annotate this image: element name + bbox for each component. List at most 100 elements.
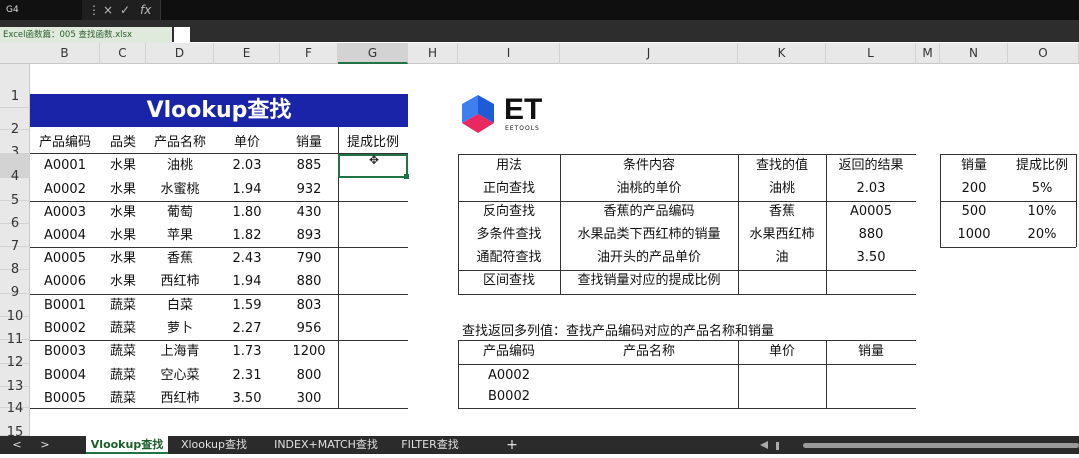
row-header-9[interactable]: 9: [0, 270, 30, 300]
sheet-tab-3[interactable]: INDEX+MATCH查找: [260, 436, 392, 454]
horizontal-scrollbar[interactable]: [803, 443, 1079, 448]
left-table-cell: 1.94: [232, 182, 262, 197]
left-table-cell: 893: [296, 228, 322, 243]
left-table-cell: 空心菜: [160, 368, 200, 383]
name-box[interactable]: G4: [0, 0, 82, 20]
sheet-tab-2[interactable]: Xlookup查找: [170, 436, 258, 454]
rate-rule: [940, 201, 1076, 202]
lookup-rule-bottom: [458, 294, 916, 295]
lookup-header-cell: 条件内容: [622, 158, 675, 173]
lookup-header-cell: 查找的值: [755, 158, 808, 173]
row-header-15[interactable]: 15: [0, 408, 30, 440]
multi-header-cell: 销量: [857, 344, 884, 359]
left-table-cell: 1.82: [232, 228, 262, 243]
lookup-table-cell: 反向查找: [482, 204, 535, 219]
row-header-7[interactable]: 7: [0, 224, 30, 254]
left-table-cell: A0001: [44, 158, 86, 173]
lookup-table-cell: 3.50: [856, 250, 886, 265]
multi-header-cell: 产品名称: [622, 344, 675, 359]
enter-icon[interactable]: ✓: [120, 0, 130, 20]
multi-rule-top: [458, 340, 916, 341]
multi-col-rule: [738, 340, 739, 408]
workbook-tab[interactable]: Excel函数篇：005 查找函数.xlsx: [0, 27, 172, 43]
lookup-table-cell: 多条件查找: [476, 227, 542, 242]
left-table-cell: 苹果: [166, 228, 193, 243]
column-header-g[interactable]: G: [338, 43, 408, 64]
cancel-icon[interactable]: ×: [103, 0, 113, 20]
row-header-3[interactable]: 3: [0, 130, 30, 160]
left-table-cell: B0002: [43, 321, 86, 336]
column-header-c[interactable]: C: [100, 43, 146, 64]
lookup-rule: [458, 270, 916, 271]
row-header-4[interactable]: 4: [0, 154, 30, 184]
left-table-cell: 932: [296, 182, 322, 197]
multi-col-rule: [826, 340, 827, 408]
column-header-b[interactable]: B: [30, 43, 100, 64]
column-header-h[interactable]: H: [408, 43, 458, 64]
new-workbook-tab[interactable]: [174, 27, 190, 43]
sheet-prev-icon[interactable]: <: [10, 436, 24, 454]
row-header-5[interactable]: 5: [0, 178, 30, 208]
left-table-cell: 葡萄: [166, 205, 193, 220]
sheet-tab-1[interactable]: Vlookup查找: [86, 436, 168, 454]
fill-handle[interactable]: [404, 174, 409, 179]
lookup-header-cell: 返回的结果: [838, 158, 904, 173]
left-table-cell: 水果: [109, 205, 136, 220]
add-sheet-icon[interactable]: +: [504, 436, 520, 454]
row-header-1[interactable]: 1: [0, 64, 30, 108]
multi-header-cell: 产品编码: [482, 344, 535, 359]
column-header-f[interactable]: F: [280, 43, 338, 64]
lookup-table-cell: 油桃: [768, 181, 795, 196]
column-header-e[interactable]: E: [214, 43, 280, 64]
left-table-rule: [30, 340, 408, 341]
left-table-cell: 蔬菜: [109, 391, 136, 406]
left-header-cell: 提成比例: [346, 135, 399, 150]
row-header-11[interactable]: 11: [0, 317, 30, 347]
column-header-m[interactable]: M: [916, 43, 940, 64]
column-header-i[interactable]: I: [458, 43, 560, 64]
column-header-j[interactable]: J: [560, 43, 738, 64]
row-header-12[interactable]: 12: [0, 340, 30, 370]
row-header-2[interactable]: 2: [0, 108, 30, 137]
logo-brand: ET: [504, 93, 543, 126]
left-table-cell: A0003: [44, 205, 86, 220]
column-header-d[interactable]: D: [146, 43, 214, 64]
insert-function-icon[interactable]: fx: [140, 0, 151, 20]
lookup-table-cell: 水果品类下西红柿的销量: [577, 227, 721, 242]
left-table-cell: 885: [296, 158, 322, 173]
row-header-10[interactable]: 10: [0, 294, 30, 324]
left-table-cell: 790: [296, 251, 322, 266]
column-header-n[interactable]: N: [940, 43, 1008, 64]
lookup-col-rule: [458, 154, 459, 294]
column-header-o[interactable]: O: [1008, 43, 1079, 64]
lookup-table-cell: 查找销量对应的提成比例: [577, 273, 721, 288]
cursor-cross-icon: ✥: [369, 153, 380, 167]
column-header-l[interactable]: L: [826, 43, 916, 64]
column-header-k[interactable]: K: [738, 43, 826, 64]
left-header-cell: 销量: [295, 135, 322, 150]
lookup-table-cell: 香蕉的产品编码: [603, 204, 695, 219]
rate-table-cell: 10%: [1027, 204, 1057, 219]
left-table-cell: 2.31: [232, 368, 262, 383]
left-table-cell: 1.73: [232, 344, 262, 359]
left-table-cell: B0001: [43, 298, 86, 313]
row-header-14[interactable]: 14: [0, 387, 30, 416]
row-header-13[interactable]: 13: [0, 364, 30, 394]
lookup-col-rule: [826, 154, 827, 294]
more-options-icon[interactable]: ⋮: [88, 0, 100, 20]
sheet-tab-4[interactable]: FILTER查找: [394, 436, 466, 454]
multi-table-cell: A0002: [488, 368, 530, 383]
row-header-8[interactable]: 8: [0, 247, 30, 277]
left-header-cell: 单价: [233, 135, 260, 150]
sheet-next-icon[interactable]: >: [38, 436, 52, 454]
lookup-rule: [458, 201, 916, 202]
multi-rule: [458, 364, 916, 365]
formula-input[interactable]: [160, 0, 1079, 20]
left-table-cell: 1200: [292, 344, 326, 359]
left-table-rule: [30, 294, 408, 295]
left-table-cell: 430: [296, 205, 322, 220]
rate-rule-top: [940, 154, 1076, 155]
lookup-table-cell: 880: [858, 227, 884, 242]
row-header-6[interactable]: 6: [0, 201, 30, 231]
rate-table-cell: 200: [961, 181, 987, 196]
